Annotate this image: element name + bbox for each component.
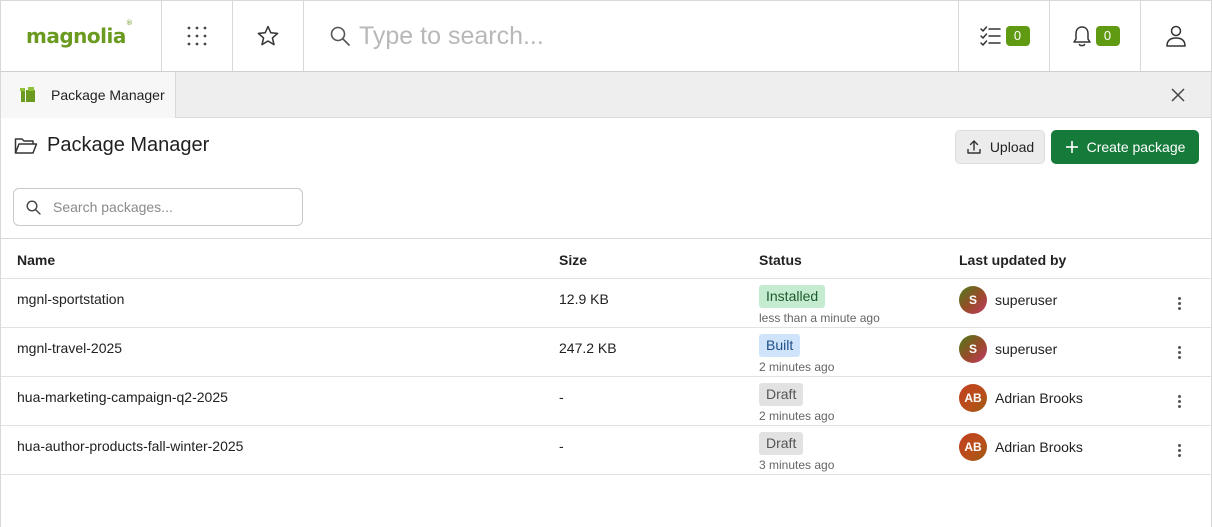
upload-button[interactable]: Upload xyxy=(955,130,1045,164)
user-name: Adrian Brooks xyxy=(995,390,1083,406)
tab-package-manager[interactable]: Package Manager xyxy=(1,72,176,118)
tasks-button[interactable]: 0 xyxy=(959,1,1050,71)
package-name: hua-marketing-campaign-q2-2025 xyxy=(17,389,228,405)
status-timestamp: 2 minutes ago xyxy=(759,360,835,374)
more-vertical-icon xyxy=(1177,296,1181,300)
more-vertical-icon xyxy=(1177,345,1181,349)
user-menu-button[interactable] xyxy=(1141,1,1211,71)
package-status: Built 2 minutes ago xyxy=(759,334,834,374)
page-header: Package Manager xyxy=(14,134,209,157)
row-actions-button[interactable] xyxy=(1169,342,1189,362)
favorites-button[interactable] xyxy=(233,1,304,71)
table-row[interactable]: hua-marketing-campaign-q2-2025 - Draft 2… xyxy=(1,377,1211,426)
status-timestamp: less than a minute ago xyxy=(759,311,880,325)
column-header-status[interactable]: Status xyxy=(759,252,802,268)
package-status: Draft 3 minutes ago xyxy=(759,432,834,472)
package-name: hua-author-products-fall-winter-2025 xyxy=(17,438,244,454)
upload-icon xyxy=(967,140,981,154)
last-updated-by: S superuser xyxy=(959,335,1057,363)
package-status: Draft 2 minutes ago xyxy=(759,383,834,423)
status-badge: Built xyxy=(759,334,801,357)
row-actions-button[interactable] xyxy=(1169,440,1189,460)
status-badge: Draft xyxy=(759,432,804,455)
package-size: 12.9 KB xyxy=(559,291,609,307)
status-badge: Installed xyxy=(759,285,826,308)
search-icon xyxy=(330,26,350,46)
tab-bar: Package Manager xyxy=(0,72,1212,118)
package-status: Installed less than a minute ago xyxy=(759,285,880,325)
global-search-input[interactable] xyxy=(359,21,919,51)
notifications-count-badge: 0 xyxy=(1095,26,1120,46)
search-icon xyxy=(26,199,41,215)
tab-label: Package Manager xyxy=(51,87,165,103)
avatar: AB xyxy=(959,384,987,412)
column-header-last-updated-by[interactable]: Last updated by xyxy=(959,252,1066,268)
grid-icon xyxy=(187,26,207,46)
user-name: superuser xyxy=(995,292,1058,308)
tasks-count-badge: 0 xyxy=(1005,26,1030,46)
upload-label: Upload xyxy=(989,139,1035,155)
last-updated-by: S superuser xyxy=(959,286,1057,314)
user-name: Adrian Brooks xyxy=(995,439,1083,455)
apps-button[interactable] xyxy=(162,1,233,71)
user-icon xyxy=(1166,25,1186,47)
bell-icon xyxy=(1072,26,1091,47)
create-package-label: Create package xyxy=(1086,139,1186,155)
folder-open-icon xyxy=(14,137,38,154)
avatar: S xyxy=(959,335,987,363)
package-size: - xyxy=(559,438,564,454)
packages-table: Name Size Status Last updated by mgnl-sp… xyxy=(1,238,1211,475)
status-timestamp: 2 minutes ago xyxy=(759,409,835,423)
star-icon xyxy=(257,25,279,46)
more-vertical-icon xyxy=(1177,443,1181,447)
close-tab-button[interactable] xyxy=(1169,86,1187,104)
avatar: S xyxy=(959,286,987,314)
page-title: Package Manager xyxy=(47,134,210,156)
package-search[interactable] xyxy=(13,188,303,226)
status-badge: Draft xyxy=(759,383,804,406)
row-actions-button[interactable] xyxy=(1169,293,1189,313)
global-search[interactable] xyxy=(304,1,959,71)
row-actions-button[interactable] xyxy=(1169,391,1189,411)
plus-icon xyxy=(1065,141,1078,153)
package-name: mgnl-travel-2025 xyxy=(17,340,123,356)
create-package-button[interactable]: Create package xyxy=(1051,130,1199,164)
package-icon xyxy=(20,87,35,102)
column-header-name[interactable]: Name xyxy=(17,252,55,268)
table-header-row: Name Size Status Last updated by xyxy=(1,239,1211,279)
last-updated-by: AB Adrian Brooks xyxy=(959,384,1083,412)
user-name: superuser xyxy=(995,341,1058,357)
status-timestamp: 3 minutes ago xyxy=(759,458,835,472)
package-name: mgnl-sportstation xyxy=(17,291,125,307)
task-list-icon xyxy=(979,26,1001,46)
avatar: AB xyxy=(959,433,987,461)
magnolia-logo[interactable]: magnolia® xyxy=(26,19,133,48)
package-manager-view: Package Manager Upload Create package Na… xyxy=(0,118,1212,527)
more-vertical-icon xyxy=(1177,394,1181,398)
package-size: 247.2 KB xyxy=(559,340,617,356)
logo-cell[interactable]: magnolia® xyxy=(1,1,162,71)
package-size: - xyxy=(559,389,564,405)
table-row[interactable]: hua-author-products-fall-winter-2025 - D… xyxy=(1,426,1211,475)
top-bar: magnolia® 0 xyxy=(0,0,1212,72)
column-header-size[interactable]: Size xyxy=(559,252,587,268)
last-updated-by: AB Adrian Brooks xyxy=(959,433,1083,461)
package-search-input[interactable] xyxy=(53,199,283,215)
table-row[interactable]: mgnl-travel-2025 247.2 KB Built 2 minute… xyxy=(1,328,1211,377)
notifications-button[interactable]: 0 xyxy=(1050,1,1141,71)
table-row[interactable]: mgnl-sportstation 12.9 KB Installed less… xyxy=(1,279,1211,328)
close-icon xyxy=(1171,88,1185,102)
